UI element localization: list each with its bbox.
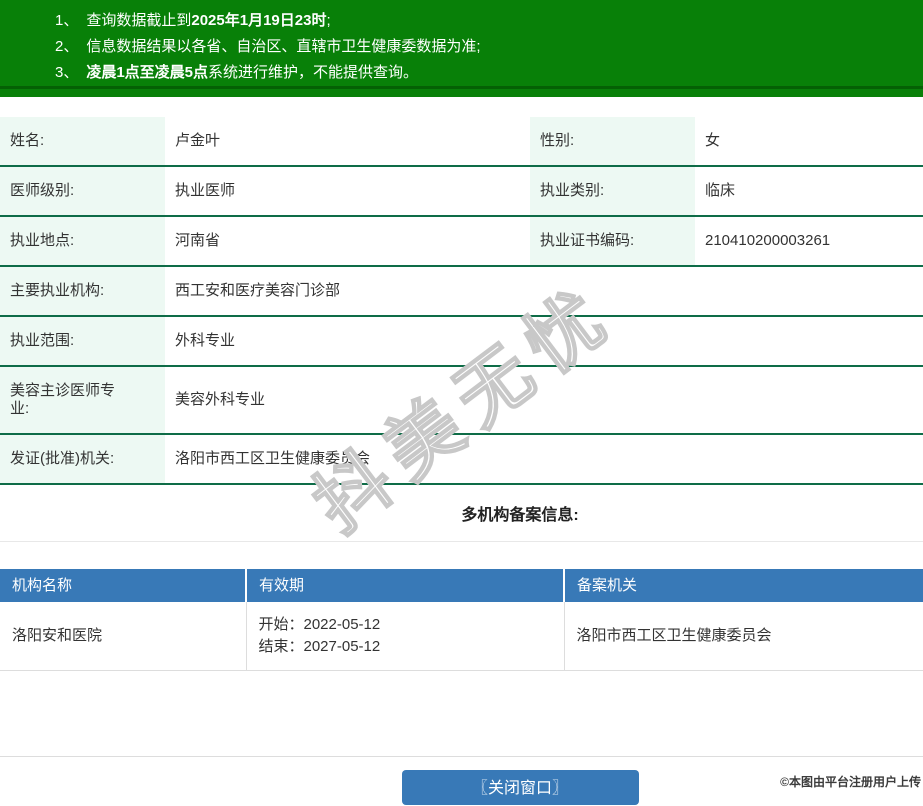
notice-banner: 1、查询数据截止到2025年1月19日23时; 2、信息数据结果以各省、自治区、… — [0, 0, 923, 89]
notice-text: 信息数据结果以各省、自治区、直辖市卫生健康委数据为准; — [86, 38, 480, 55]
table-row: 主要执业机构: 西工安和医疗美容门诊部 — [0, 266, 923, 316]
org-name-cell: 洛阳安和医院 — [0, 602, 246, 671]
column-header-filing-authority: 备案机关 — [564, 569, 923, 602]
field-label-practice-scope: 执业范围: — [0, 316, 165, 366]
table-header-row: 机构名称 有效期 备案机关 — [0, 569, 923, 602]
bottom-divider — [0, 756, 923, 757]
validity-start: 开始：2022-05-12 — [259, 614, 552, 636]
field-value-practice-scope: 外科专业 — [165, 316, 923, 366]
validity-cell: 开始：2022-05-12 结束：2027-05-12 — [246, 602, 564, 671]
field-label-doctor-level: 医师级别: — [0, 166, 165, 216]
table-row: 姓名: 卢金叶 性别: 女 — [0, 117, 923, 166]
practitioner-info-table: 姓名: 卢金叶 性别: 女 医师级别: 执业医师 执业类别: 临床 执业地点: … — [0, 117, 923, 485]
validity-end: 结束：2027-05-12 — [259, 636, 552, 658]
notice-text: 查询数据截止到 — [86, 12, 191, 29]
notice-line-2: 2、信息数据结果以各省、自治区、直辖市卫生健康委数据为准; — [0, 34, 923, 60]
field-value-practice-category: 临床 — [695, 166, 923, 216]
field-value-doctor-level: 执业医师 — [165, 166, 530, 216]
filing-table: 机构名称 有效期 备案机关 洛阳安和医院 开始：2022-05-12 结束：20… — [0, 569, 923, 671]
column-header-validity: 有效期 — [246, 569, 564, 602]
notice-line-3: 3、凌晨1点至凌晨5点系统进行维护，不能提供查询。 — [0, 60, 923, 86]
table-row: 执业地点: 河南省 执业证书编码: 210410200003261 — [0, 216, 923, 266]
field-label-name: 姓名: — [0, 117, 165, 166]
copyright-watermark: ©本图由平台注册用户上传 — [780, 773, 921, 790]
column-header-org-name: 机构名称 — [0, 569, 246, 602]
section-title: 多机构备案信息: — [0, 485, 923, 542]
notice-number: 3、 — [55, 64, 78, 81]
field-label-cosmetic-specialty: 美容主诊医师专业: — [0, 366, 165, 434]
banner-green-strip — [0, 89, 923, 97]
notice-text-bold: 凌晨1点至凌晨5点 — [86, 64, 208, 81]
field-value-practice-location: 河南省 — [165, 216, 530, 266]
field-label-issuing-authority: 发证(批准)机关: — [0, 434, 165, 484]
filing-authority-cell: 洛阳市西工区卫生健康委员会 — [564, 602, 923, 671]
field-label-gender: 性别: — [530, 117, 695, 166]
field-label-main-institution: 主要执业机构: — [0, 266, 165, 316]
field-label-practice-location: 执业地点: — [0, 216, 165, 266]
notice-line-1: 1、查询数据截止到2025年1月19日23时; — [0, 8, 923, 34]
field-value-gender: 女 — [695, 117, 923, 166]
field-value-name: 卢金叶 — [165, 117, 530, 166]
table-row: 美容主诊医师专业: 美容外科专业 — [0, 366, 923, 434]
table-row: 医师级别: 执业医师 执业类别: 临床 — [0, 166, 923, 216]
table-row: 发证(批准)机关: 洛阳市西工区卫生健康委员会 — [0, 434, 923, 484]
field-value-main-institution: 西工安和医疗美容门诊部 — [165, 266, 923, 316]
close-window-button[interactable]: 〖关闭窗口〗 — [402, 770, 639, 805]
table-row: 执业范围: 外科专业 — [0, 316, 923, 366]
notice-number: 1、 — [55, 12, 78, 29]
table-row: 洛阳安和医院 开始：2022-05-12 结束：2027-05-12 洛阳市西工… — [0, 602, 923, 671]
field-value-cosmetic-specialty: 美容外科专业 — [165, 366, 923, 434]
field-value-certificate-number: 210410200003261 — [695, 216, 923, 266]
notice-text: ; — [326, 12, 330, 29]
field-label-practice-category: 执业类别: — [530, 166, 695, 216]
notice-text-bold: 2025年1月19日23时 — [191, 12, 326, 29]
page-container: 1、查询数据截止到2025年1月19日23时; 2、信息数据结果以各省、自治区、… — [0, 0, 923, 805]
notice-number: 2、 — [55, 38, 78, 55]
field-label-certificate-number: 执业证书编码: — [530, 216, 695, 266]
notice-text: 系统进行维护，不能提供查询。 — [208, 64, 418, 81]
field-value-issuing-authority: 洛阳市西工区卫生健康委员会 — [165, 434, 923, 484]
